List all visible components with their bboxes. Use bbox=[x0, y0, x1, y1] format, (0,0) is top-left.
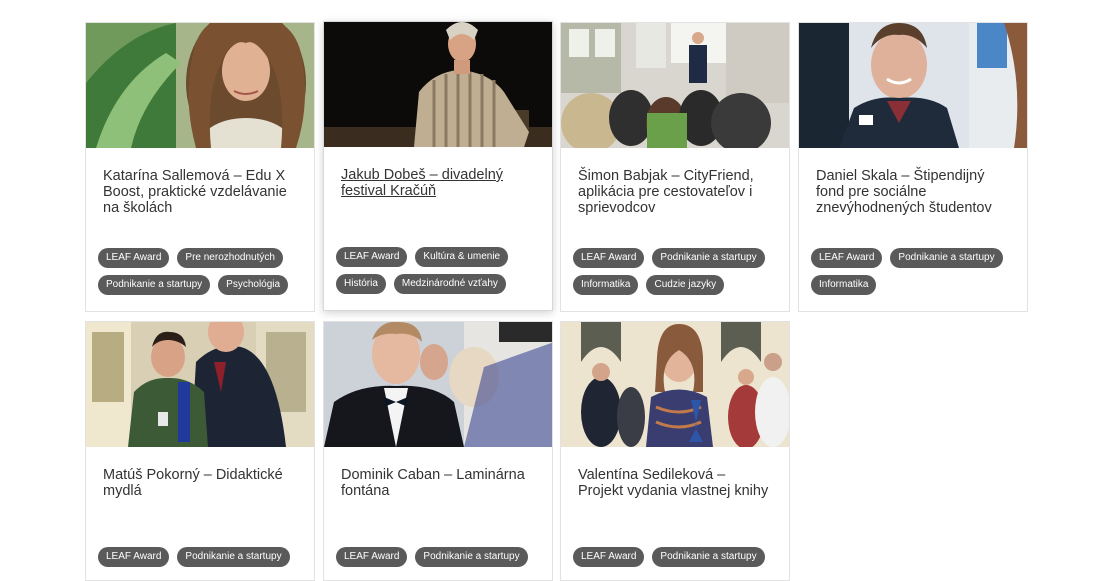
project-card[interactable]: Šimon Babjak – CityFriend, aplikácia pre… bbox=[560, 22, 790, 312]
tag-list: LEAF Award Podnikanie a startupy Informa… bbox=[561, 248, 789, 295]
tag-pill[interactable]: Kultúra & umenie bbox=[415, 247, 509, 267]
project-photo[interactable] bbox=[86, 23, 314, 148]
project-photo[interactable] bbox=[799, 23, 1027, 148]
tag-pill[interactable]: Podnikanie a startupy bbox=[652, 547, 765, 567]
tag-pill[interactable]: LEAF Award bbox=[336, 247, 408, 267]
tag-pill[interactable]: Podnikanie a startupy bbox=[415, 547, 528, 567]
tag-pill[interactable]: Podnikanie a startupy bbox=[890, 248, 1003, 268]
tag-pill[interactable]: Informatika bbox=[811, 275, 877, 295]
project-card[interactable]: Daniel Skala – Štipendijný fond pre soci… bbox=[798, 22, 1028, 312]
tag-list: LEAF Award Podnikanie a startupy Informa… bbox=[799, 248, 1027, 295]
tag-list: LEAF Award Podnikanie a startupy bbox=[86, 547, 314, 567]
tag-list: LEAF Award Podnikanie a startupy bbox=[324, 547, 552, 567]
tag-pill[interactable]: LEAF Award bbox=[573, 248, 645, 268]
project-card[interactable]: Jakub Dobeš – divadelný festival Kračúň … bbox=[323, 21, 553, 311]
tag-pill[interactable]: Pre nerozhodnutých bbox=[177, 248, 283, 268]
tag-list: LEAF Award Pre nerozhodnutých Podnikanie… bbox=[86, 248, 314, 295]
tag-pill[interactable]: LEAF Award bbox=[811, 248, 883, 268]
project-card[interactable]: Matúš Pokorný – Didaktické mydlá LEAF Aw… bbox=[85, 321, 315, 581]
tag-list: LEAF Award Podnikanie a startupy bbox=[561, 547, 789, 567]
project-photo[interactable] bbox=[561, 322, 789, 447]
tag-pill[interactable]: História bbox=[336, 274, 386, 294]
tag-pill[interactable]: Podnikanie a startupy bbox=[98, 275, 211, 295]
tag-pill[interactable]: Podnikanie a startupy bbox=[652, 248, 765, 268]
tag-pill[interactable]: Medzinárodné vzťahy bbox=[393, 274, 506, 294]
tag-pill[interactable]: Podnikanie a startupy bbox=[177, 547, 290, 567]
tag-pill[interactable]: Psychológia bbox=[218, 275, 289, 295]
project-card[interactable]: Katarína Sallemová – Edu X Boost, prakti… bbox=[85, 22, 315, 312]
tag-pill[interactable]: LEAF Award bbox=[336, 547, 408, 567]
project-photo[interactable] bbox=[561, 23, 789, 148]
project-card[interactable]: Valentína Sedileková – Projekt vydania v… bbox=[560, 321, 790, 581]
project-title-link[interactable]: Jakub Dobeš – divadelný festival Kračúň bbox=[324, 147, 552, 247]
project-title-link[interactable]: Katarína Sallemová – Edu X Boost, prakti… bbox=[86, 148, 314, 248]
tag-pill[interactable]: Informatika bbox=[573, 275, 639, 295]
tag-pill[interactable]: LEAF Award bbox=[98, 547, 170, 567]
project-photo[interactable] bbox=[324, 322, 552, 447]
project-photo[interactable] bbox=[324, 22, 552, 147]
tag-pill[interactable]: Cudzie jazyky bbox=[646, 275, 725, 295]
project-title-link[interactable]: Valentína Sedileková – Projekt vydania v… bbox=[561, 447, 789, 547]
project-title-link[interactable]: Dominik Caban – Laminárna fontána bbox=[324, 447, 552, 547]
project-card[interactable]: Dominik Caban – Laminárna fontána LEAF A… bbox=[323, 321, 553, 581]
tag-pill[interactable]: LEAF Award bbox=[573, 547, 645, 567]
project-title-link[interactable]: Daniel Skala – Štipendijný fond pre soci… bbox=[799, 148, 1027, 248]
tag-list: LEAF Award Kultúra & umenie História Med… bbox=[324, 247, 552, 294]
project-photo[interactable] bbox=[86, 322, 314, 447]
project-title-link[interactable]: Matúš Pokorný – Didaktické mydlá bbox=[86, 447, 314, 547]
tag-pill[interactable]: LEAF Award bbox=[98, 248, 170, 268]
project-title-link[interactable]: Šimon Babjak – CityFriend, aplikácia pre… bbox=[561, 148, 789, 248]
